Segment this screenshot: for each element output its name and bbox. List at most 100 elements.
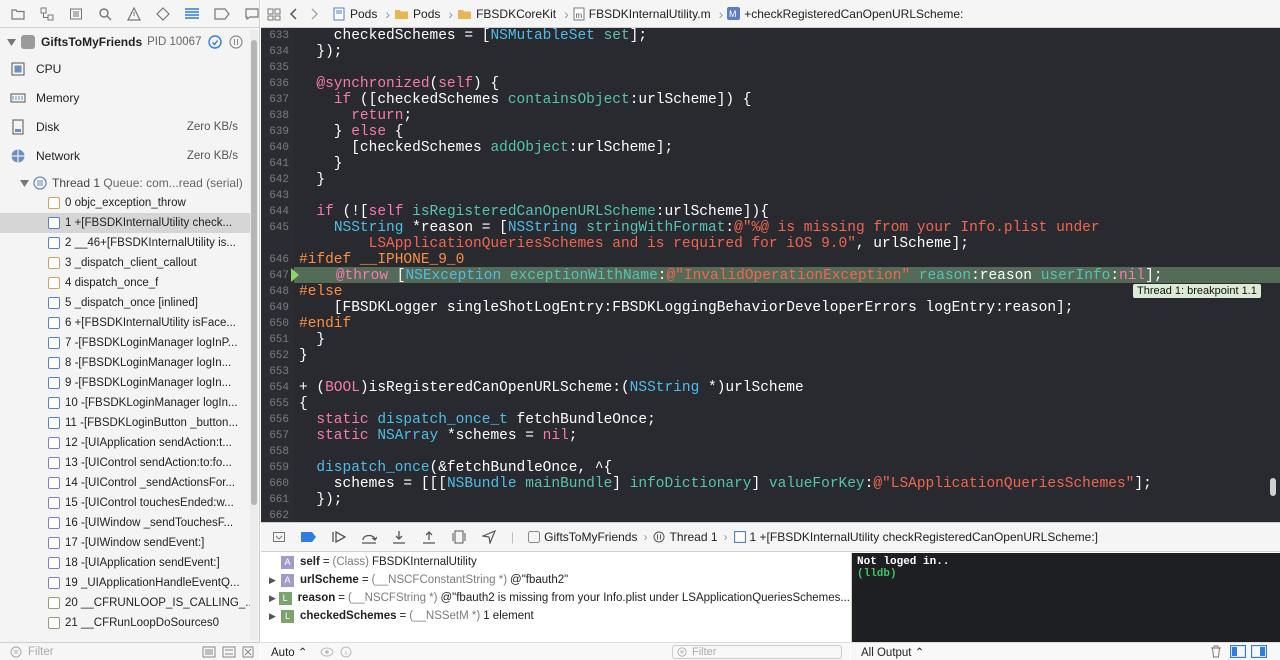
stack-frame[interactable]: 0 objc_exception_throw <box>0 193 250 213</box>
split-left-icon[interactable] <box>1230 645 1247 658</box>
view-hierarchy-icon[interactable] <box>451 529 467 545</box>
debug-breadcrumb-thread[interactable]: Thread 1 <box>653 530 718 544</box>
debug-breadcrumb-app[interactable]: GiftsToMyFriends <box>528 530 637 544</box>
back-icon[interactable] <box>289 7 297 20</box>
disclosure-triangle-icon[interactable]: ▶ <box>269 575 279 586</box>
filter-option-icon[interactable] <box>222 646 236 658</box>
filter-option-icon[interactable] <box>242 646 254 658</box>
info-icon[interactable] <box>340 646 352 658</box>
stack-frame[interactable]: 12 -[UIApplication sendAction:t... <box>0 433 250 453</box>
console-output-select[interactable]: All Output ⌃ <box>861 645 924 659</box>
stack-frame[interactable]: 5 _dispatch_once [inlined] <box>0 293 250 313</box>
code-line-current: @throw [NSException exceptionWithName:@"… <box>335 268 1163 284</box>
disclosure-triangle-icon[interactable]: ▶ <box>269 593 277 604</box>
variable-row[interactable]: ▶ LcheckedSchemes = (__NSSetM *) 1 element <box>261 607 850 625</box>
disclosure-triangle-icon[interactable] <box>7 38 16 47</box>
variable-row[interactable]: ▶ Lreason = (__NSCFString *) @"fbauth2 is mi… <box>261 589 850 607</box>
debug-breadcrumb-frame[interactable]: 1 +[FBSDKInternalUtility checkRegistered… <box>733 530 1098 544</box>
navigator-filter-input[interactable]: Filter <box>28 646 54 658</box>
breadcrumb-file[interactable]: m FBSDKInternalUtility.m <box>573 7 711 21</box>
gauge-network[interactable]: Network Zero KB/s <box>10 141 250 170</box>
stack-frame[interactable]: 10 -[FBSDKLoginManager logIn... <box>0 393 250 413</box>
trash-icon[interactable] <box>1210 645 1222 658</box>
navigator-toolbar <box>0 0 259 28</box>
code-line: } <box>299 172 326 188</box>
folder-icon[interactable] <box>10 6 25 22</box>
source-control-icon[interactable] <box>39 6 54 22</box>
stack-frame[interactable]: 17 -[UIWindow sendEvent:] <box>0 533 250 553</box>
editor-scrollbar[interactable] <box>1270 478 1276 496</box>
stack-frame[interactable]: 19 _UIApplicationHandleEventQ... <box>0 573 250 593</box>
filter-option-icon[interactable] <box>202 646 216 658</box>
continue-icon[interactable] <box>331 529 347 545</box>
hide-debug-area-icon[interactable] <box>271 529 287 545</box>
stack-frame[interactable]: 6 +[FBSDKInternalUtility isFace... <box>0 313 250 333</box>
breadcrumb-method[interactable]: M +checkRegisteredCanOpenURLScheme: <box>727 7 963 21</box>
process-row[interactable]: GiftsToMyFriends PID 10067 <box>0 32 250 52</box>
navigator-filter-bar: Filter <box>0 642 260 660</box>
view-process-icon[interactable] <box>229 35 244 49</box>
stack-frame[interactable]: 13 -[UIControl sendAction:to:fo... <box>0 453 250 473</box>
stack-frame[interactable]: 4 dispatch_once_f <box>0 273 250 293</box>
step-into-icon[interactable] <box>391 529 407 545</box>
stack-frame[interactable]: 16 -[UIWindow _sendTouchesF... <box>0 513 250 533</box>
variables-filter-input[interactable]: Filter <box>672 645 842 659</box>
step-over-icon[interactable] <box>361 529 377 545</box>
code-line: { <box>299 396 308 412</box>
memory-icon <box>10 93 26 102</box>
console-output[interactable]: Not loged in.. (lldb) <box>851 553 1280 642</box>
stack-frame[interactable]: 20 __CFRUNLOOP_IS_CALLING_... <box>0 593 250 613</box>
step-out-icon[interactable] <box>421 529 437 545</box>
variable-row[interactable]: ▶ AurlScheme = (__NSCFConstantString *) @"fb… <box>261 571 850 589</box>
objc-file-icon: m <box>573 7 585 20</box>
stack-frame[interactable]: 1 +[FBSDKInternalUtility check... <box>0 213 250 233</box>
issue-icon[interactable] <box>126 6 141 22</box>
breadcrumb-pods-project[interactable]: Pods <box>333 7 377 21</box>
breakpoint-nav-icon[interactable] <box>214 6 230 22</box>
quick-look-icon[interactable] <box>320 646 334 658</box>
disclosure-triangle-icon[interactable]: ▶ <box>269 611 279 622</box>
search-icon[interactable] <box>97 6 112 22</box>
debug-icon[interactable] <box>184 6 200 22</box>
stack-frame[interactable]: 2 __46+[FBSDKInternalUtility is... <box>0 233 250 253</box>
gauge-memory[interactable]: Memory <box>10 83 250 112</box>
line-number: 658 <box>269 446 289 458</box>
forward-icon[interactable] <box>311 7 319 20</box>
gauge-disk[interactable]: Disk Zero KB/s <box>10 112 250 141</box>
disclosure-triangle-icon[interactable] <box>20 179 29 188</box>
breadcrumb-pods-folder[interactable]: Pods <box>394 7 440 21</box>
line-number: 636 <box>269 78 289 90</box>
stack-frame[interactable]: 11 -[FBSDKLoginButton _button... <box>0 413 250 433</box>
code-line: static NSArray *schemes = nil; <box>316 428 578 444</box>
stack-frame-label: 0 objc_exception_throw <box>65 197 186 209</box>
stack-frame[interactable]: 8 -[FBSDKLoginManager logIn... <box>0 353 250 373</box>
line-number: 657 <box>269 430 289 442</box>
report-icon[interactable] <box>244 6 259 22</box>
stack-frame-icon <box>48 417 60 429</box>
code-editor[interactable]: 633 634 635 636 637 638 639 640 641 642 643 644 645 6… <box>261 28 1280 522</box>
gauge-toggle-icon[interactable] <box>208 35 223 49</box>
thread-row[interactable]: Thread 1 Queue: com...read (serial) <box>20 174 250 192</box>
stack-frame[interactable]: 7 -[FBSDKLoginManager logInP... <box>0 333 250 353</box>
related-items-icon[interactable] <box>267 7 281 21</box>
symbol-icon[interactable] <box>68 6 83 22</box>
stack-frame[interactable]: 9 -[FBSDKLoginManager logIn... <box>0 373 250 393</box>
stack-frame[interactable]: 15 -[UIControl touchesEnded:w... <box>0 493 250 513</box>
breadcrumb-corekit-folder[interactable]: FBSDKCoreKit <box>457 7 556 21</box>
split-right-icon[interactable] <box>1251 645 1268 658</box>
stack-frame[interactable]: 14 -[UIControl _sendActionsFor... <box>0 473 250 493</box>
stack-frame[interactable]: 21 __CFRunLoopDoSources0 <box>0 613 250 633</box>
code-line: schemes = [[[NSBundle mainBundle] infoDi… <box>299 476 1152 492</box>
disk-icon <box>12 119 24 134</box>
variable-value: 1 element <box>483 610 534 622</box>
navigator-scrollbar[interactable] <box>250 30 258 640</box>
breakpoints-toggle-icon[interactable] <box>301 529 317 545</box>
test-icon[interactable] <box>155 6 170 22</box>
variable-row[interactable]: Aself = (Class) FBSDKInternalUtility <box>261 553 850 571</box>
stack-frame[interactable]: 18 -[UIApplication sendEvent:] <box>0 553 250 573</box>
stack-frame[interactable]: 3 _dispatch_client_callout <box>0 253 250 273</box>
gauge-cpu[interactable]: CPU <box>10 54 250 83</box>
stack-frame-icon <box>48 277 60 289</box>
variables-mode-select[interactable]: Auto ⌃ <box>271 645 308 659</box>
location-icon[interactable] <box>481 529 497 545</box>
